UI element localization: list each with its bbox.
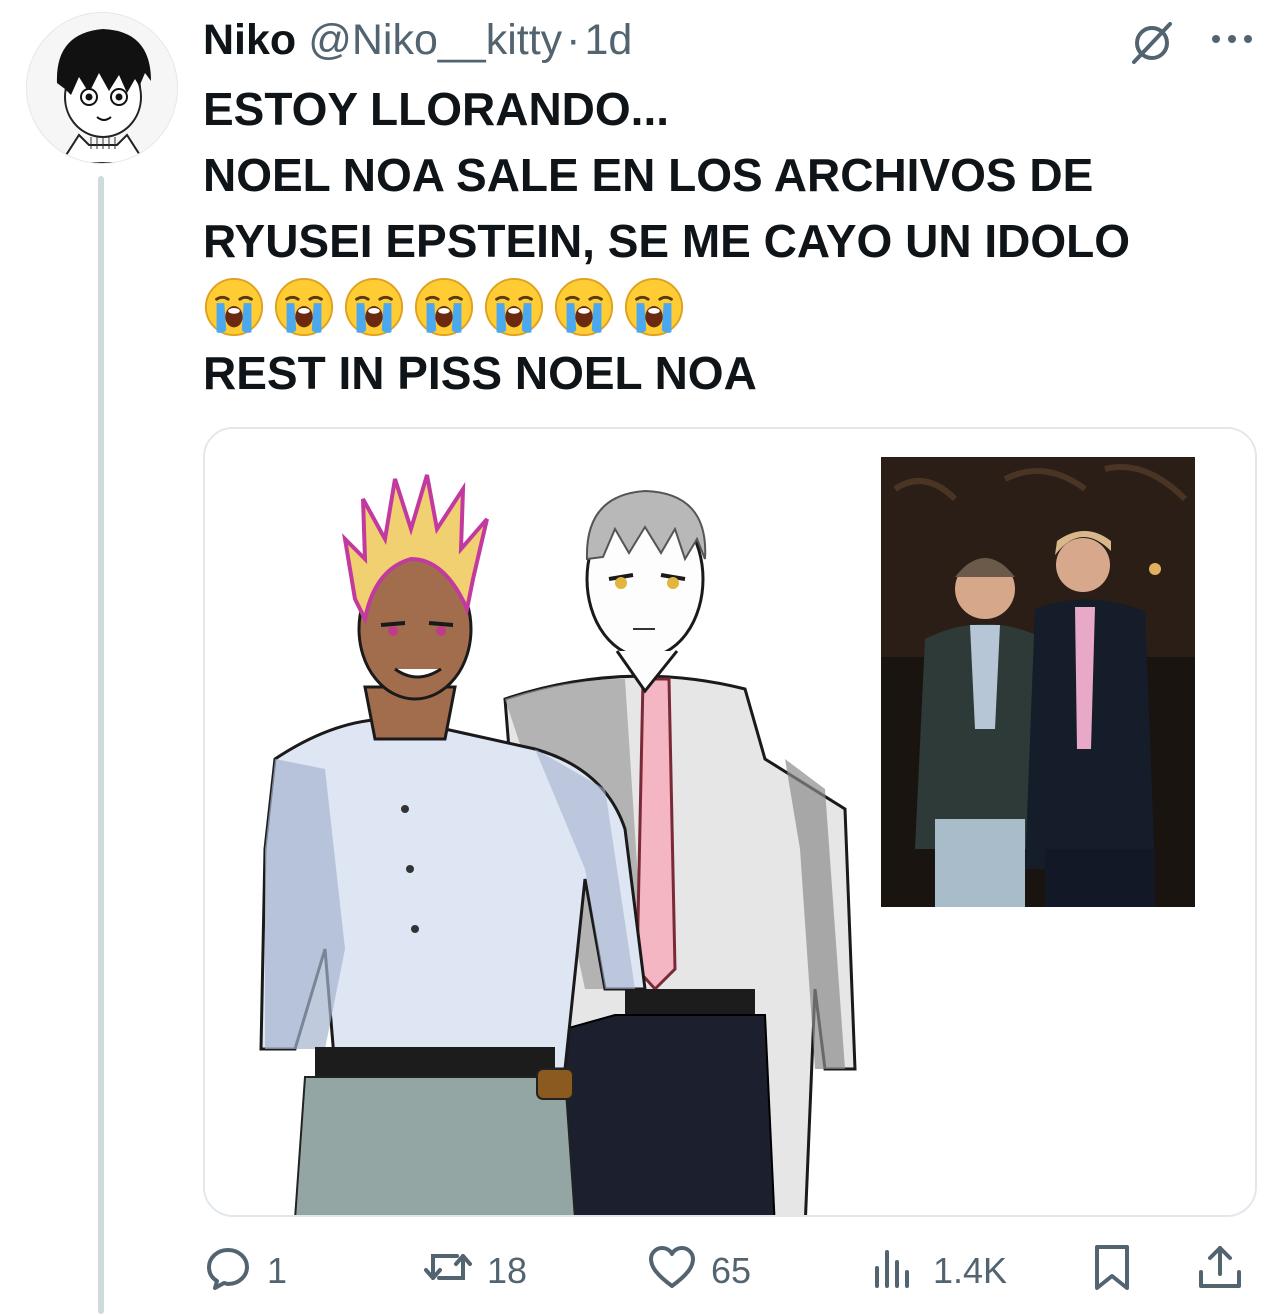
reply-icon	[203, 1242, 253, 1301]
like-button[interactable]: 65	[647, 1236, 751, 1306]
loudly-crying-face-emoji	[204, 277, 264, 337]
heart-icon	[647, 1242, 697, 1301]
separator-dot: ·	[566, 15, 581, 64]
tweet-time[interactable]: 1d	[584, 16, 632, 65]
repost-count: 18	[487, 1250, 528, 1291]
tweet-line-4: REST IN PISS NOEL NOA	[203, 347, 757, 399]
tweet-line-3: RYUSEI EPSTEIN, SE ME CAYO UN IDOLO	[203, 215, 1130, 267]
analytics-icon	[869, 1242, 919, 1301]
reply-count: 1	[267, 1250, 288, 1291]
emoji-row	[203, 274, 1263, 340]
repost-icon	[423, 1242, 473, 1301]
bookmark-icon	[1087, 1242, 1137, 1301]
views-count: 1.4K	[933, 1250, 1008, 1291]
repost-button[interactable]: 18	[423, 1236, 527, 1306]
reply-button[interactable]: 1	[203, 1236, 287, 1306]
more-options-icon[interactable]	[1206, 22, 1258, 56]
views-button[interactable]: 1.4K	[869, 1236, 1007, 1306]
photo-inset	[881, 457, 1195, 907]
like-count: 65	[711, 1250, 752, 1291]
author-name[interactable]: Niko	[203, 16, 296, 65]
loudly-crying-face-emoji	[554, 277, 614, 337]
tweet-header: Niko @Niko__kitty · 1d	[203, 12, 632, 68]
tweet-actions: 1 18 65 1.4K	[203, 1236, 1263, 1306]
loudly-crying-face-emoji	[344, 277, 404, 337]
loudly-crying-face-emoji	[484, 277, 544, 337]
author-handle[interactable]: @Niko__kitty	[308, 16, 562, 65]
avatar[interactable]	[26, 12, 178, 164]
bookmark-button[interactable]	[1087, 1236, 1137, 1306]
tweet-media-image[interactable]	[203, 427, 1257, 1217]
loudly-crying-face-emoji	[274, 277, 334, 337]
share-icon	[1195, 1242, 1245, 1301]
tweet-text: ESTOY LLORANDO... NOEL NOA SALE EN LOS A…	[203, 76, 1263, 406]
tweet-line-1: ESTOY LLORANDO...	[203, 83, 670, 135]
loudly-crying-face-emoji	[414, 277, 474, 337]
grok-icon[interactable]	[1126, 16, 1178, 68]
thread-line	[98, 176, 104, 1314]
loudly-crying-face-emoji	[624, 277, 684, 337]
share-button[interactable]	[1195, 1236, 1245, 1306]
tweet-line-2: NOEL NOA SALE EN LOS ARCHIVOS DE	[203, 149, 1094, 201]
